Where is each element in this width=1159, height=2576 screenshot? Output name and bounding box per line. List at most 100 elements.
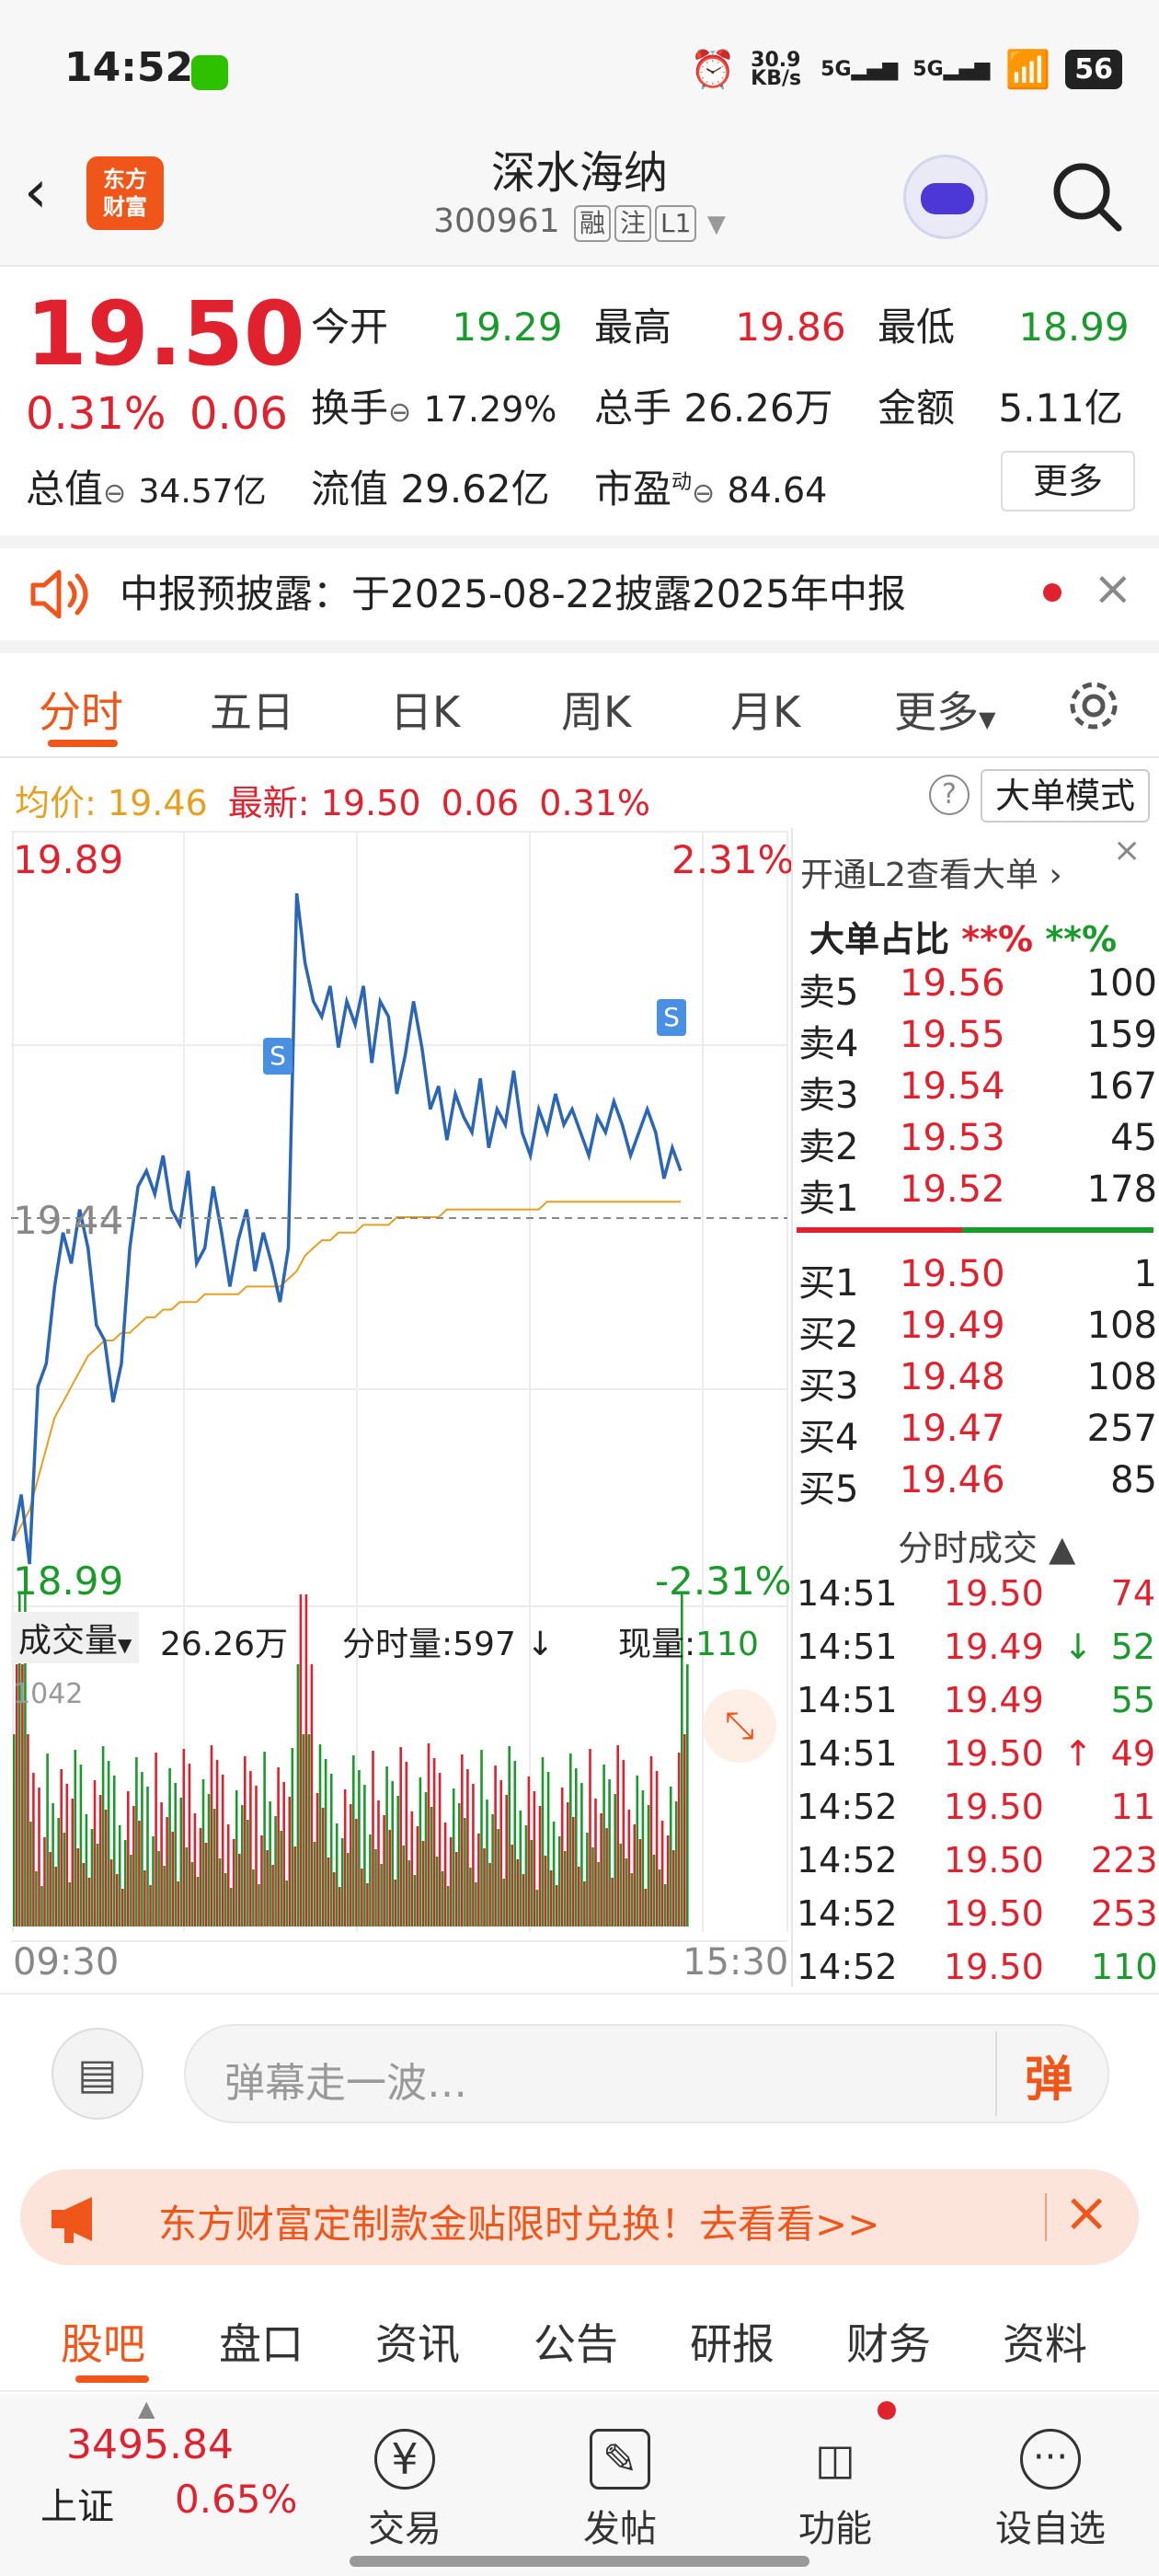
volume-bar (630, 1873, 634, 1926)
tab-week-k[interactable]: 周K (561, 679, 631, 740)
volume-bar (221, 1775, 224, 1926)
dropdown-icon[interactable]: ▼ (707, 211, 726, 238)
buy-level-row[interactable]: 买2 19.49 108 (798, 1305, 1157, 1358)
volume-bar (583, 1881, 586, 1926)
danmaku-send-button[interactable]: 弹 (1025, 2041, 1073, 2110)
trade-row: 14:51 19.50 ↑ 49 (797, 1733, 1155, 1774)
close-icon[interactable]: × (1113, 832, 1141, 869)
net-speed: 30.9 KB/s (751, 48, 802, 90)
volume-max-label: 1042 (13, 1678, 84, 1710)
sell-level-row[interactable]: 卖3 19.54 167 (798, 1065, 1157, 1119)
nav-trade[interactable]: ¥ 交易 (340, 2429, 469, 2552)
current-volume: 现量:110 (618, 1626, 759, 1663)
buy-level-row[interactable]: 买4 19.47 257 (798, 1408, 1157, 1461)
volume-bar (366, 1883, 369, 1926)
trade-volume: 74 (1110, 1573, 1155, 1614)
volume-bar (210, 1745, 213, 1926)
gear-icon[interactable] (1065, 677, 1122, 734)
volume-bar (361, 1869, 363, 1926)
sell-level-volume: 159 (1086, 1014, 1157, 1056)
tab-5day[interactable]: 五日 (210, 679, 294, 740)
big-order-mode-button[interactable]: 大单模式 (981, 769, 1150, 822)
volume-bar (190, 1862, 194, 1926)
back-icon[interactable]: ‹ (24, 158, 48, 226)
info-icon[interactable]: ⊖ (692, 477, 715, 510)
stock-name: 深水海纳 (490, 147, 668, 199)
trades-title[interactable]: 分时成交 ▲ (898, 1520, 1075, 1570)
volume-bar (124, 1840, 127, 1926)
l2-promo[interactable]: 开通L2查看大单 › (800, 848, 1062, 896)
volume-bar (127, 1791, 130, 1926)
volume-bar (204, 1843, 208, 1926)
volume-bar (40, 1886, 43, 1926)
sell-level-price: 19.56 (900, 962, 1005, 1005)
volume-bar (432, 1758, 436, 1926)
volume-bar (627, 1810, 631, 1926)
trade-time: 14:52 (797, 1840, 898, 1880)
tab-finance[interactable]: 财务 (846, 2311, 931, 2372)
expand-icon[interactable]: ⤡ (703, 1689, 776, 1763)
volume-bar (174, 1783, 177, 1926)
ad-text: 东方财富定制款金贴限时兑换！去看看>> (158, 2202, 880, 2247)
sell-level-row[interactable]: 卖5 19.56 100 (798, 962, 1157, 1016)
sell-level-row[interactable]: 卖4 19.55 159 (798, 1014, 1157, 1067)
volume-bar (299, 1594, 303, 1926)
volume-bar (569, 1754, 572, 1926)
volume-bar (458, 1803, 461, 1926)
volume-bar (266, 1850, 269, 1926)
volume-bar (249, 1771, 252, 1926)
nav-functions[interactable]: ◫ 功能 (771, 2429, 900, 2552)
volume-bar (483, 1848, 486, 1926)
volume-bar (160, 1802, 163, 1926)
sell-marker-icon[interactable]: S (263, 1038, 293, 1075)
app-logo[interactable]: 东方 财富 (86, 156, 164, 230)
volume-bar (491, 1814, 494, 1926)
more-button[interactable]: 更多 (1001, 451, 1135, 512)
sell-level-label: 卖4 (798, 1023, 859, 1065)
buy-level-label: 买1 (798, 1262, 859, 1305)
info-icon[interactable]: ⊖ (103, 477, 126, 510)
volume-bar (391, 1781, 394, 1926)
volume-bar (166, 1817, 168, 1926)
tab-day-k[interactable]: 日K (390, 679, 460, 740)
price-info-row: 均价: 19.46 最新: 19.50 0.06 0.31% (15, 775, 650, 825)
volume-bar (235, 1790, 238, 1926)
tab-news[interactable]: 资讯 (375, 2311, 460, 2372)
volume-dropdown[interactable]: 成交量▼ (11, 1612, 140, 1663)
robot-assistant-icon[interactable] (903, 155, 988, 239)
buy-level-row[interactable]: 买1 19.50 1 (798, 1253, 1157, 1306)
trade-time: 14:51 (797, 1573, 898, 1614)
volume-bar (636, 1776, 639, 1926)
tab-more[interactable]: 更多▼ (894, 679, 995, 740)
info-icon[interactable]: ⊖ (388, 397, 411, 429)
tab-month-k[interactable]: 月K (730, 679, 800, 740)
tab-handicap[interactable]: 盘口 (219, 2311, 304, 2372)
help-icon[interactable]: ? (929, 775, 970, 815)
tab-research[interactable]: 研报 (690, 2311, 775, 2372)
close-icon[interactable]: × (1093, 561, 1133, 616)
index-name[interactable]: 上证 (40, 2477, 114, 2530)
volume-bar (641, 1790, 645, 1926)
tab-intraday[interactable]: 分时 (39, 679, 123, 740)
sell-level-row[interactable]: 卖2 19.53 45 (798, 1117, 1157, 1170)
tab-profile[interactable]: 资料 (1003, 2311, 1087, 2372)
volume-bar (638, 1839, 642, 1926)
buy-level-row[interactable]: 买5 19.46 85 (798, 1459, 1157, 1512)
nav-post[interactable]: ✎ 发帖 (556, 2429, 684, 2552)
tab-announcements[interactable]: 公告 (534, 2311, 618, 2372)
close-icon[interactable]: × (1063, 2180, 1109, 2245)
volume-bar (410, 1811, 414, 1926)
volume-bar (179, 1798, 183, 1926)
trade-row: 14:52 19.50 110 (797, 1947, 1158, 1987)
tab-forum[interactable]: 股吧 (61, 2311, 145, 2372)
index-pct[interactable]: 0.65% (175, 2477, 297, 2522)
sell-marker-icon[interactable]: S (657, 999, 686, 1036)
search-icon[interactable] (1049, 158, 1126, 236)
index-value[interactable]: 3495.84 (66, 2421, 234, 2468)
note-icon[interactable]: ▤ (52, 2028, 143, 2120)
sell-level-row[interactable]: 卖1 19.52 178 (798, 1168, 1157, 1222)
buy-level-row[interactable]: 买3 19.48 108 (798, 1356, 1157, 1409)
danmaku-input[interactable]: 弹幕走一波… 弹 (184, 2024, 1109, 2123)
nav-add-watchlist[interactable]: ··· 设自选 (986, 2429, 1115, 2552)
volume-bar (327, 1857, 330, 1926)
